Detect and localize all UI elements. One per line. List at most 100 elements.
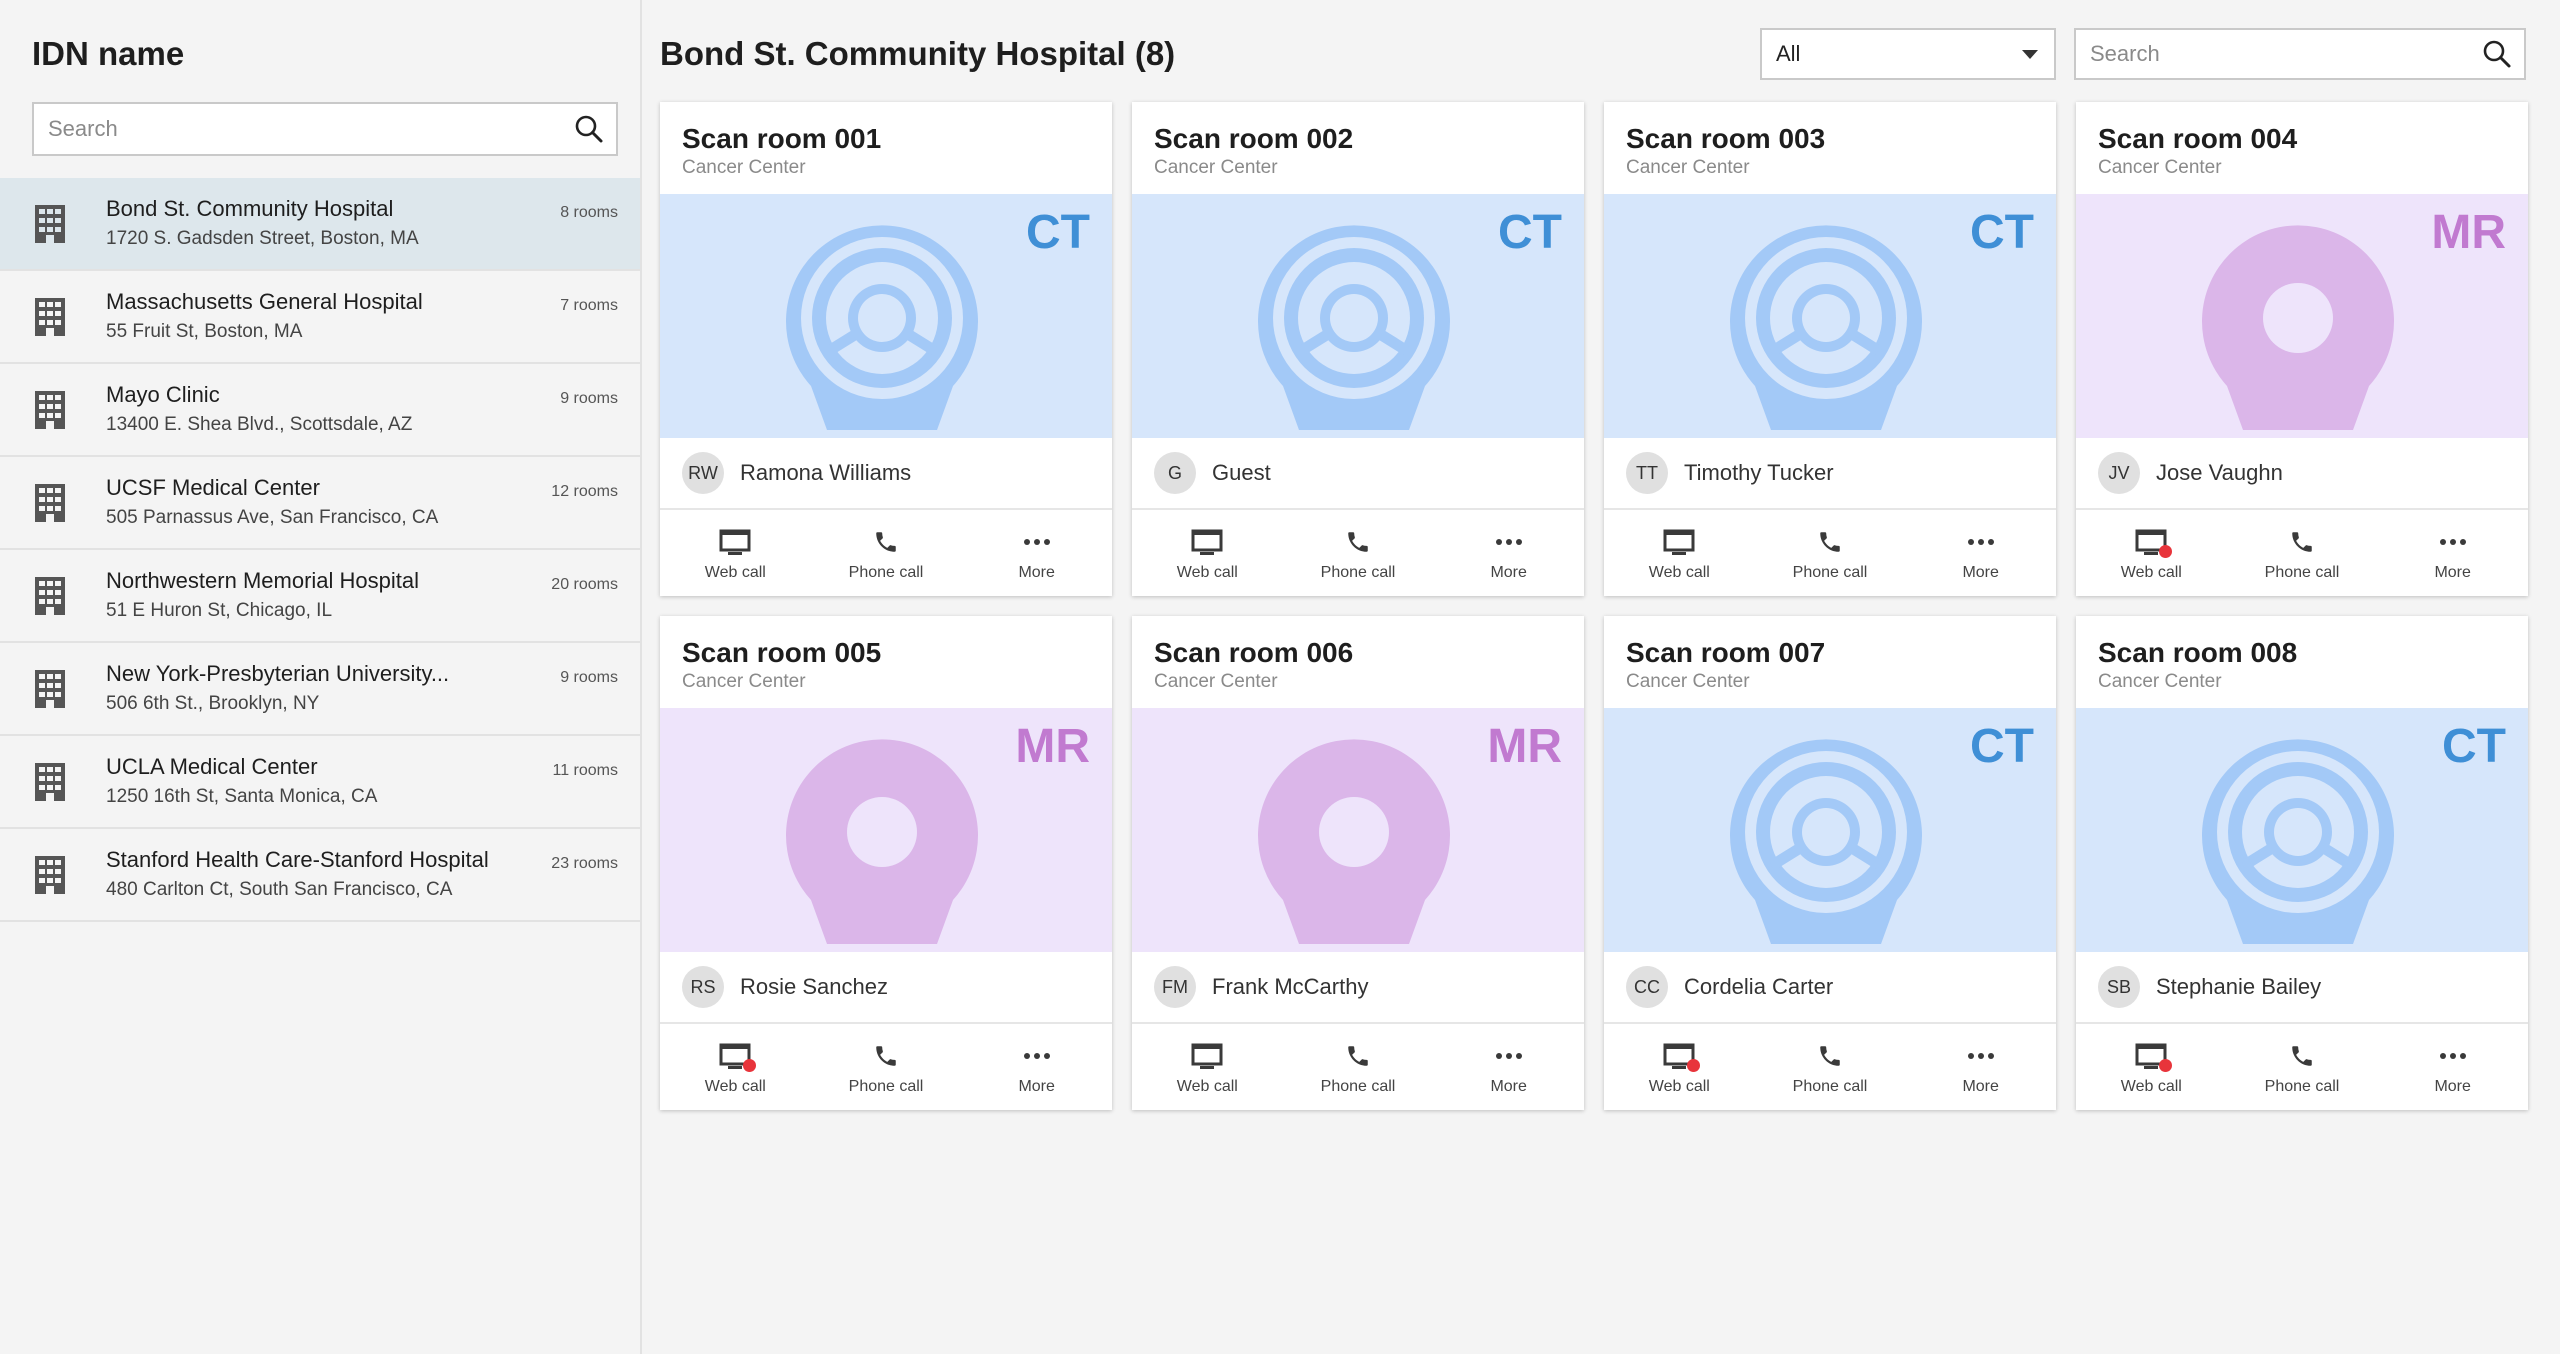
sidebar-search-input[interactable] [34, 104, 562, 154]
sidebar-item[interactable]: Mayo Clinic 13400 E. Shea Blvd., Scottsd… [0, 364, 640, 457]
idn-list: Bond St. Community Hospital 1720 S. Gads… [0, 178, 640, 922]
card-visual: CT [660, 194, 1112, 438]
sidebar-item[interactable]: Stanford Health Care-Stanford Hospital 4… [0, 829, 640, 922]
phone-call-button[interactable]: Phone call [811, 1024, 962, 1108]
more-dots-icon [2439, 526, 2467, 558]
phone-icon [873, 1040, 899, 1072]
notification-dot [2159, 1059, 2173, 1072]
building-icon [0, 762, 106, 801]
more-button[interactable]: More [1433, 510, 1584, 594]
sidebar-item[interactable]: Bond St. Community Hospital 1720 S. Gads… [0, 178, 640, 271]
room-card[interactable]: Scan room 004 Cancer Center MR JV Jose V… [2076, 102, 2528, 596]
ct-scanner-icon [786, 222, 978, 430]
room-card[interactable]: Scan room 001 Cancer Center CT RW Ramona… [660, 102, 1112, 596]
card-user: RW Ramona Williams [660, 438, 1112, 510]
search-icon[interactable] [2470, 29, 2524, 79]
web-call-label: Web call [1648, 1078, 1710, 1095]
card-subtitle: Cancer Center [2098, 671, 2222, 692]
phone-icon [2289, 1040, 2315, 1072]
room-card[interactable]: Scan room 007 Cancer Center CT CC Cordel… [1604, 616, 2056, 1110]
phone-call-button[interactable]: Phone call [2227, 1024, 2378, 1108]
more-button[interactable]: More [2377, 510, 2528, 594]
web-call-button[interactable]: Web call [1604, 510, 1755, 594]
card-title: Scan room 008 [2098, 637, 2298, 668]
sidebar-item[interactable]: New York-Presbyterian University... 506 … [0, 643, 640, 736]
sidebar-item-room-count: 11 rooms [552, 762, 618, 779]
card-visual: MR [1132, 708, 1584, 952]
monitor-icon [1663, 526, 1695, 558]
page-title: Bond St. Community Hospital (8) [660, 35, 1176, 72]
phone-call-button[interactable]: Phone call [1283, 1024, 1434, 1108]
more-dots-icon [1023, 526, 1051, 558]
modality-badge: MR [1487, 720, 1562, 773]
phone-call-button[interactable]: Phone call [1755, 1024, 1906, 1108]
web-call-button[interactable]: Web call [1604, 1024, 1755, 1108]
user-name: Guest [1212, 460, 1271, 485]
monitor-icon [2135, 526, 2173, 558]
card-actions: Web call Phone call More [1604, 1024, 2056, 1108]
ct-scanner-icon [1730, 736, 1922, 944]
room-card-grid: Scan room 001 Cancer Center CT RW Ramona… [660, 102, 2528, 1110]
sidebar-item[interactable]: Northwestern Memorial Hospital 51 E Huro… [0, 550, 640, 643]
web-call-button[interactable]: Web call [660, 510, 811, 594]
more-button[interactable]: More [2377, 1024, 2528, 1108]
web-call-button[interactable]: Web call [660, 1024, 811, 1108]
web-call-button[interactable]: Web call [2076, 1024, 2227, 1108]
room-card[interactable]: Scan room 005 Cancer Center MR RS Rosie … [660, 616, 1112, 1110]
phone-call-button[interactable]: Phone call [811, 510, 962, 594]
room-card[interactable]: Scan room 008 Cancer Center CT SB Stepha… [2076, 616, 2528, 1110]
modality-badge: MR [2431, 206, 2506, 259]
card-subtitle: Cancer Center [1626, 671, 1750, 692]
user-name: Frank McCarthy [1212, 974, 1369, 999]
avatar: G [1154, 452, 1196, 494]
room-card[interactable]: Scan room 003 Cancer Center CT TT Timoth… [1604, 102, 2056, 596]
web-call-button[interactable]: Web call [1132, 1024, 1283, 1108]
phone-call-button[interactable]: Phone call [1755, 510, 1906, 594]
more-label: More [1962, 564, 1999, 581]
ct-scanner-icon [1258, 222, 1450, 430]
phone-call-button[interactable]: Phone call [1283, 510, 1434, 594]
sidebar-item[interactable]: UCSF Medical Center 505 Parnassus Ave, S… [0, 457, 640, 550]
monitor-icon [1663, 1040, 1701, 1072]
sidebar-item-address: 480 Carlton Ct, South San Francisco, CA [106, 879, 453, 900]
card-visual: MR [660, 708, 1112, 952]
phone-call-label: Phone call [1792, 1078, 1868, 1095]
card-user: TT Timothy Tucker [1604, 438, 2056, 510]
card-title: Scan room 006 [1154, 637, 1354, 668]
monitor-icon [1191, 526, 1223, 558]
web-call-button[interactable]: Web call [2076, 510, 2227, 594]
phone-icon [2289, 526, 2315, 558]
building-icon [0, 390, 106, 429]
room-card[interactable]: Scan room 006 Cancer Center MR FM Frank … [1132, 616, 1584, 1110]
card-header: Scan room 002 Cancer Center [1132, 102, 1584, 194]
more-button[interactable]: More [1905, 510, 2056, 594]
sidebar-item[interactable]: Massachusetts General Hospital 55 Fruit … [0, 271, 640, 364]
card-header: Scan room 006 Cancer Center [1132, 616, 1584, 708]
search-icon[interactable] [562, 104, 616, 154]
more-dots-icon [2439, 1040, 2467, 1072]
filter-dropdown[interactable]: All [1760, 28, 2056, 80]
card-actions: Web call Phone call More [1604, 510, 2056, 594]
avatar: RS [682, 966, 724, 1008]
more-button[interactable]: More [961, 510, 1112, 594]
room-card[interactable]: Scan room 002 Cancer Center CT G Guest W… [1132, 102, 1584, 596]
more-button[interactable]: More [961, 1024, 1112, 1108]
card-title: Scan room 003 [1626, 123, 1826, 154]
sidebar-item-room-count: 9 rooms [560, 390, 618, 407]
sidebar-title: IDN name [32, 35, 185, 72]
room-search-input[interactable] [2076, 30, 2470, 78]
building-icon [0, 483, 106, 522]
avatar: TT [1626, 452, 1668, 494]
phone-call-button[interactable]: Phone call [2227, 510, 2378, 594]
web-call-button[interactable]: Web call [1132, 510, 1283, 594]
card-header: Scan room 007 Cancer Center [1604, 616, 2056, 708]
sidebar: IDN name Bond St. Community Hospital 172… [0, 0, 642, 1354]
sidebar-item-room-count: 20 rooms [551, 576, 618, 593]
card-header: Scan room 005 Cancer Center [660, 616, 1112, 708]
building-icon [0, 204, 106, 243]
more-button[interactable]: More [1433, 1024, 1584, 1108]
avatar: JV [2098, 452, 2140, 494]
sidebar-item[interactable]: UCLA Medical Center 1250 16th St, Santa … [0, 736, 640, 829]
user-name: Ramona Williams [740, 460, 912, 485]
more-button[interactable]: More [1905, 1024, 2056, 1108]
